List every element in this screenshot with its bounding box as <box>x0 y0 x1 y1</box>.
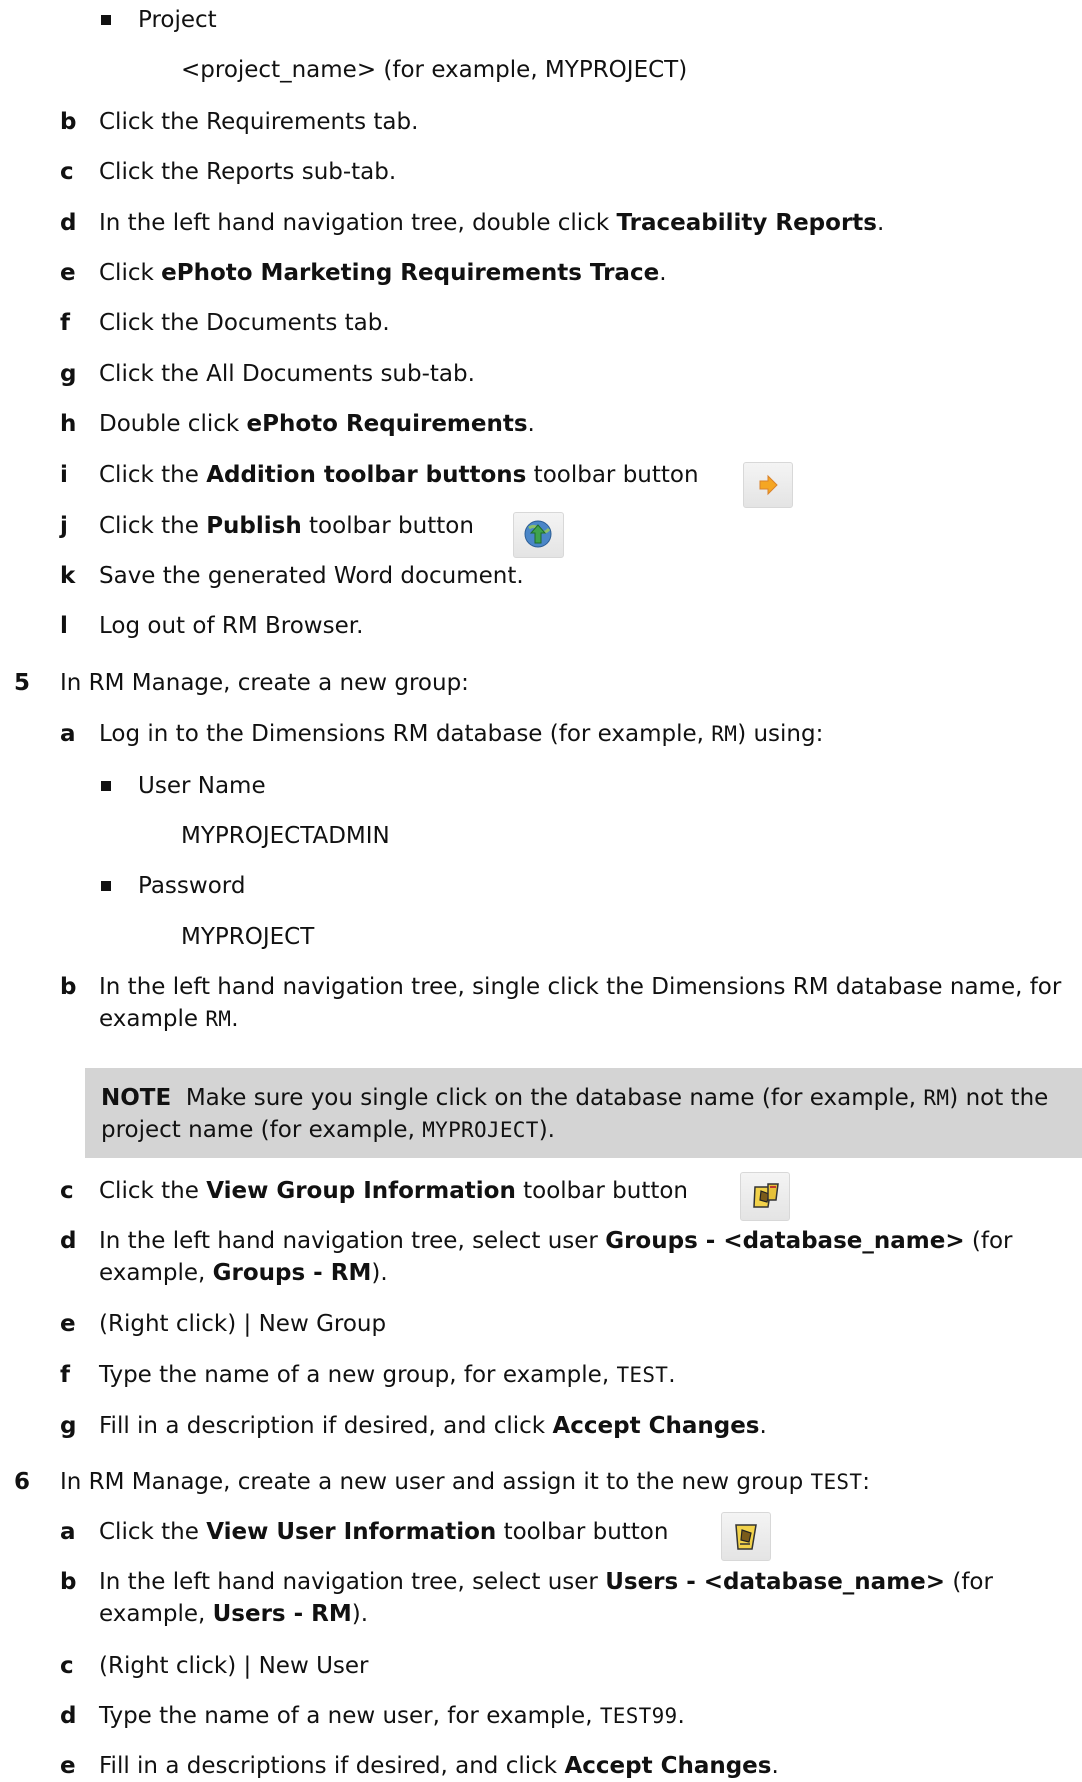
step-label: e <box>60 260 76 286</box>
password-label: Password <box>138 873 246 899</box>
step5-e-text: (Right click) | New Group <box>99 1311 387 1337</box>
step-number: 5 <box>14 670 31 696</box>
step6-d-text: Type the name of a new user, for example… <box>99 1703 685 1729</box>
group-info-icon <box>753 1183 779 1208</box>
step6-text: In RM Manage, create a new user and assi… <box>60 1469 871 1495</box>
step5-text: In RM Manage, create a new group: <box>60 670 469 696</box>
bullet-project: Project <box>138 7 217 33</box>
step-j-text: Click the Publish toolbar button <box>99 513 474 539</box>
step5-f-text: Type the name of a new group, for exampl… <box>99 1362 676 1388</box>
globe-upload-icon <box>524 520 552 548</box>
bullet-marker <box>101 781 111 791</box>
step-label: d <box>60 1228 77 1254</box>
step-label: d <box>60 210 77 236</box>
step-label: b <box>60 1569 77 1595</box>
step6-a-text: Click the View User Information toolbar … <box>99 1519 669 1545</box>
step-i-text: Click the Addition toolbar buttons toolb… <box>99 462 699 488</box>
step-label: a <box>60 721 76 747</box>
step-label: f <box>60 310 71 336</box>
note-box: NOTE Make sure you single click on the d… <box>85 1068 1082 1158</box>
step-label: c <box>60 1653 74 1679</box>
step5-b-text: In the left hand navigation tree, single… <box>99 974 1062 1032</box>
step-e-text: Click ePhoto Marketing Requirements Trac… <box>99 260 667 286</box>
step-label: f <box>60 1362 71 1388</box>
note-text: NOTE Make sure you single click on the d… <box>101 1085 1049 1143</box>
step6-e-text: Fill in a descriptions if desired, and c… <box>99 1753 779 1779</box>
step-label: c <box>60 1178 74 1204</box>
step5-g-text: Fill in a description if desired, and cl… <box>99 1413 767 1439</box>
step6-c-text: (Right click) | New User <box>99 1653 369 1679</box>
step5-d-text: In the left hand navigation tree, select… <box>99 1228 1013 1286</box>
addition-toolbar-button[interactable] <box>743 462 793 508</box>
user-info-icon <box>735 1524 757 1550</box>
step-l-text: Log out of RM Browser. <box>99 613 364 639</box>
step-label: e <box>60 1753 76 1779</box>
step-label: b <box>60 974 77 1000</box>
bullet-marker <box>101 15 111 25</box>
step-label: g <box>60 361 77 387</box>
bullet-marker <box>101 881 111 891</box>
user-name-value: MYPROJECTADMIN <box>181 823 390 849</box>
step-label: h <box>60 411 77 437</box>
step-label: d <box>60 1703 77 1729</box>
step-label: k <box>60 563 76 589</box>
step-label: b <box>60 109 77 135</box>
step-label: a <box>60 1519 76 1545</box>
view-group-information-button[interactable] <box>740 1172 790 1221</box>
step-h-text: Double click ePhoto Requirements. <box>99 411 535 437</box>
step-k-text: Save the generated Word document. <box>99 563 524 589</box>
arrow-right-icon <box>759 474 778 496</box>
step-label: l <box>60 613 68 639</box>
step-d-text: In the left hand navigation tree, double… <box>99 210 885 236</box>
step-f-text: Click the Documents tab. <box>99 310 390 336</box>
publish-toolbar-button[interactable] <box>513 512 564 558</box>
step5-a-text: Log in to the Dimensions RM database (fo… <box>99 721 824 747</box>
step-label: g <box>60 1413 77 1439</box>
step6-b-text: In the left hand navigation tree, select… <box>99 1569 993 1627</box>
step-label: c <box>60 159 74 185</box>
view-user-information-button[interactable] <box>721 1512 771 1561</box>
step-b-text: Click the Requirements tab. <box>99 109 419 135</box>
step-g-text: Click the All Documents sub-tab. <box>99 361 475 387</box>
step-label: e <box>60 1311 76 1337</box>
step-label: i <box>60 462 68 488</box>
step-label: j <box>60 513 68 539</box>
step5-c-text: Click the View Group Information toolbar… <box>99 1178 688 1204</box>
step-number: 6 <box>14 1469 31 1495</box>
step-c-text: Click the Reports sub-tab. <box>99 159 397 185</box>
user-name-label: User Name <box>138 773 266 799</box>
project-example: <project_name> (for example, MYPROJECT) <box>181 57 688 83</box>
password-value: MYPROJECT <box>181 924 315 950</box>
